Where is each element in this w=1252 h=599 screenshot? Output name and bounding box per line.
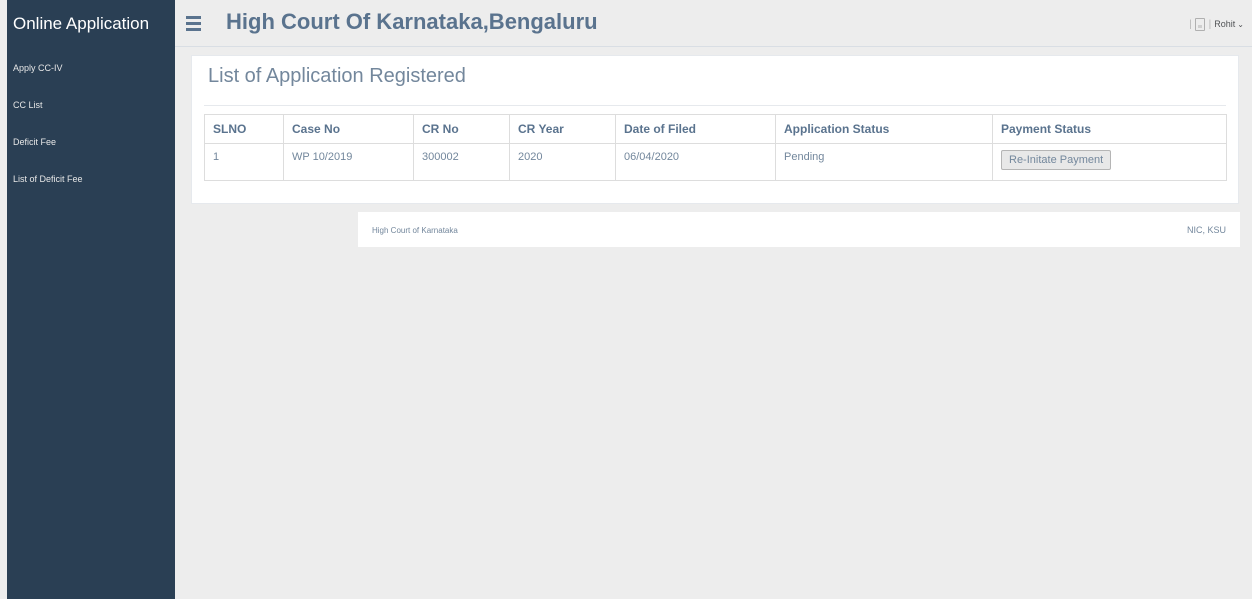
separator: |	[1189, 18, 1192, 30]
column-header-cr-year: CR Year	[509, 114, 616, 144]
cell-cr-year: 2020	[509, 143, 616, 181]
sidebar-item-deficit-fee[interactable]: Deficit Fee	[7, 124, 175, 161]
column-header-slno: SLNO	[204, 114, 284, 144]
applications-panel: List of Application Registered SLNO Case…	[191, 55, 1239, 204]
column-header-case-no: Case No	[283, 114, 414, 144]
sidebar-item-list-of-deficit-fee[interactable]: List of Deficit Fee	[7, 161, 175, 198]
top-navbar: High Court Of Karnataka,Bengaluru | | Ro…	[175, 0, 1252, 47]
panel-divider	[204, 105, 1226, 106]
user-name[interactable]: Rohit	[1214, 19, 1235, 29]
cell-payment-status: Re-Initate Payment	[992, 143, 1227, 181]
table-row: 1 WP 10/2019 300002 2020 06/04/2020 Pend…	[204, 143, 1227, 181]
chevron-down-icon[interactable]: ⌄	[1237, 20, 1244, 29]
sidebar-brand[interactable]: Online Application	[7, 0, 175, 48]
cell-date-filed: 06/04/2020	[615, 143, 776, 181]
sidebar: Online Application Apply CC-IV CC List D…	[7, 0, 175, 599]
applications-table: SLNO Case No CR No CR Year Date of Filed…	[204, 114, 1227, 181]
sidebar-item-apply-cc-iv[interactable]: Apply CC-IV	[7, 50, 175, 87]
page-title: List of Application Registered	[208, 65, 466, 87]
site-title: High Court Of Karnataka,Bengaluru	[226, 9, 598, 34]
re-initiate-payment-button[interactable]: Re-Initate Payment	[1001, 150, 1112, 170]
cell-slno: 1	[204, 143, 284, 181]
cell-application-status: Pending	[775, 143, 993, 181]
user-menu[interactable]: | | Rohit ⌄	[1186, 13, 1244, 35]
footer: High Court of Karnataka NIC, KSU	[358, 212, 1240, 247]
table-header-row: SLNO Case No CR No CR Year Date of Filed…	[204, 114, 1227, 144]
footer-copyright: High Court of Karnataka	[372, 226, 458, 235]
menu-icon[interactable]	[183, 10, 207, 36]
cell-cr-no: 300002	[413, 143, 510, 181]
column-header-date-filed: Date of Filed	[615, 114, 776, 144]
column-header-cr-no: CR No	[413, 114, 510, 144]
user-icon	[1194, 17, 1205, 31]
footer-credits: NIC, KSU	[1186, 225, 1226, 235]
sidebar-nav: Apply CC-IV CC List Deficit Fee List of …	[7, 50, 175, 198]
cell-case-no: WP 10/2019	[283, 143, 414, 181]
column-header-payment-status: Payment Status	[992, 114, 1227, 144]
column-header-application-status: Application Status	[775, 114, 993, 144]
sidebar-item-cc-list[interactable]: CC List	[7, 87, 175, 124]
separator: |	[1208, 18, 1212, 30]
